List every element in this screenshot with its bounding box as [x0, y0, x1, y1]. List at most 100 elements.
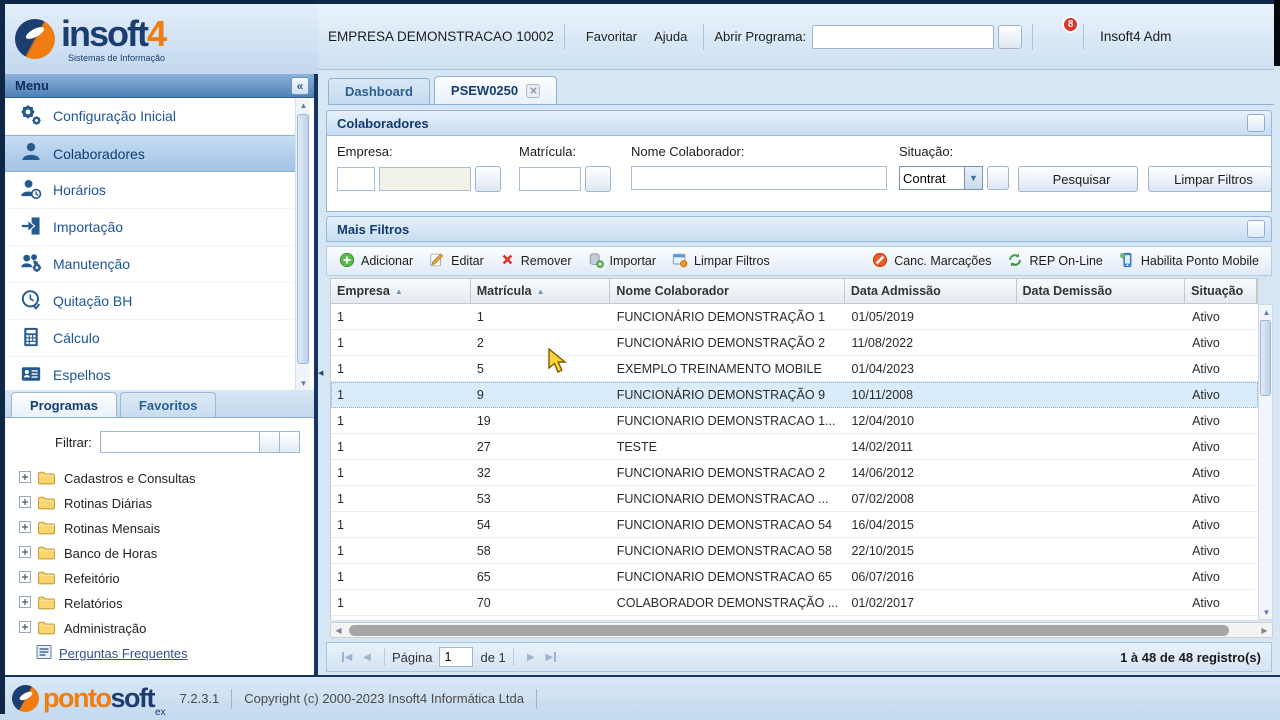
- first-page-button[interactable]: ◀: [337, 647, 357, 667]
- toolbar-button-label: Habilita Ponto Mobile: [1141, 254, 1259, 268]
- scrollbar-thumb[interactable]: [1260, 320, 1271, 396]
- toolbar-button-rep-on-line[interactable]: REP On-Line: [999, 249, 1110, 274]
- table-row[interactable]: 172FUNCIONARIO DEMONSTRACAO 7202/05/2017…: [331, 616, 1258, 620]
- table-row[interactable]: 19FUNCIONÁRIO DEMONSTRAÇÃO 910/11/2008At…: [331, 382, 1258, 408]
- close-tab-button[interactable]: [526, 84, 540, 98]
- collapse-sidebar-button[interactable]: «: [291, 77, 309, 95]
- column-header-matricula[interactable]: Matrícula▲: [471, 279, 611, 303]
- sidebar-item-label: Espelhos: [53, 367, 111, 383]
- folder-icon: [37, 618, 56, 640]
- tree-node-rotinas-diarias[interactable]: Rotinas Diárias: [5, 491, 314, 516]
- table-row[interactable]: 132FUNCIONARIO DEMONSTRACAO 214/06/2012A…: [331, 460, 1258, 486]
- scroll-down-icon[interactable]: ▼: [1259, 605, 1274, 619]
- sidebar-item-importacao[interactable]: Importação: [5, 209, 299, 246]
- toolbar-button-adicionar[interactable]: Adicionar: [331, 249, 421, 274]
- limpar-filtros-button[interactable]: Limpar Filtros: [1148, 166, 1272, 192]
- column-header-data-admissao[interactable]: Data Admissão: [845, 279, 1017, 303]
- sidebar-item-manutencao[interactable]: Manutenção: [5, 246, 299, 283]
- sidebar-item-colaboradores[interactable]: Colaboradores: [5, 135, 299, 172]
- toolbar-button-editar[interactable]: Editar: [421, 249, 492, 274]
- tree-node-administracao[interactable]: Administração: [5, 616, 314, 641]
- region-splitter-collapse[interactable]: ◀: [318, 358, 325, 388]
- window-border-right: [1274, 0, 1280, 66]
- tree-node-refeitorio[interactable]: Refeitório: [5, 566, 314, 591]
- table-row[interactable]: 12FUNCIONÁRIO DEMONSTRAÇÃO 211/08/2022At…: [331, 330, 1258, 356]
- scrollbar-thumb[interactable]: [349, 625, 1229, 636]
- next-page-button[interactable]: ▶: [521, 647, 541, 667]
- column-header-data-demissao[interactable]: Data Demissão: [1017, 279, 1186, 303]
- tree-node-rotinas-mensais[interactable]: Rotinas Mensais: [5, 516, 314, 541]
- cell-demissao: [1017, 590, 1186, 616]
- table-row[interactable]: 165FUNCIONARIO DEMONSTRACAO 6506/07/2016…: [331, 564, 1258, 590]
- tree-node-relatorios[interactable]: Relatórios: [5, 591, 314, 616]
- table-row[interactable]: 154FUNCIONARIO DEMONSTRACAO 5416/04/2015…: [331, 512, 1258, 538]
- filter-search-button[interactable]: [280, 431, 300, 453]
- situacao-select[interactable]: Contrat: [899, 166, 965, 190]
- scroll-down-icon[interactable]: ▼: [296, 376, 311, 390]
- favorite-button[interactable]: Favoritar: [575, 26, 643, 47]
- expand-plus-icon: [19, 496, 31, 511]
- tree-node-cadastros-e-consultas[interactable]: Cadastros e Consultas: [5, 466, 314, 491]
- table-row[interactable]: 153FUNCIONARIO DEMONSTRACAO ...07/02/200…: [331, 486, 1258, 512]
- table-horizontal-scrollbar[interactable]: ◀ ▶: [330, 622, 1273, 638]
- notifications-button[interactable]: 8: [1043, 22, 1073, 52]
- column-header-nome-colaborador[interactable]: Nome Colaborador: [610, 279, 844, 303]
- sidebar-item-espelhos[interactable]: Espelhos: [5, 357, 299, 390]
- toolbar-button-habilita-ponto-mobile[interactable]: Habilita Ponto Mobile: [1111, 249, 1267, 274]
- collapse-panel-button[interactable]: [1247, 114, 1265, 132]
- table-row[interactable]: 170COLABORADOR DEMONSTRAÇÃO ...01/02/201…: [331, 590, 1258, 616]
- tab-dashboard[interactable]: Dashboard: [328, 78, 430, 104]
- table-row[interactable]: 119FUNCIONARIO DEMONSTRACAO 1...12/04/20…: [331, 408, 1258, 434]
- table-vertical-scrollbar[interactable]: ▲ ▼: [1258, 304, 1273, 620]
- sidebar-tab-favoritos[interactable]: Favoritos: [120, 392, 217, 417]
- cell-empresa: 1: [331, 564, 471, 590]
- filter-clear-button[interactable]: [260, 431, 280, 453]
- toolbar-button-remover[interactable]: Remover: [492, 249, 580, 273]
- chevron-down-icon[interactable]: ▼: [965, 166, 983, 190]
- open-program-input[interactable]: [812, 25, 994, 49]
- sidebar-item-configuracao-inicial[interactable]: Configuração Inicial: [5, 98, 299, 135]
- toolbar-button-canc-marcacoes[interactable]: Canc. Marcações: [864, 249, 999, 274]
- tree-node-banco-de-horas[interactable]: Banco de Horas: [5, 541, 314, 566]
- column-header-situacao[interactable]: Situação: [1185, 279, 1257, 303]
- toolbar-button-importar[interactable]: Importar: [580, 249, 665, 274]
- toolbar-button-limpar-filtros[interactable]: Limpar Filtros: [664, 249, 778, 274]
- tab-psew0250[interactable]: PSEW0250: [434, 76, 557, 104]
- sidebar-item-calculo[interactable]: Cálculo: [5, 320, 299, 357]
- expand-panel-button[interactable]: [1247, 220, 1265, 238]
- sidebar-tab-programas[interactable]: Programas: [11, 392, 117, 417]
- table-row[interactable]: 15EXEMPLO TREINAMENTO MOBILE01/04/2023At…: [331, 356, 1258, 382]
- sidebar-item-horarios[interactable]: Horários: [5, 172, 299, 209]
- page-number-input[interactable]: [439, 647, 473, 667]
- tree-node-perguntas-frequentes[interactable]: Perguntas Frequentes: [5, 641, 314, 666]
- empresa-code-input[interactable]: [337, 167, 375, 191]
- faq-link[interactable]: Perguntas Frequentes: [59, 646, 188, 661]
- sidebar-item-quitacao-bh[interactable]: Quitação BH: [5, 283, 299, 320]
- scroll-right-icon[interactable]: ▶: [1257, 623, 1272, 637]
- nome-colaborador-input[interactable]: [631, 166, 887, 190]
- menu-scrollbar[interactable]: ▲ ▼: [295, 98, 310, 390]
- program-list-button[interactable]: [998, 25, 1022, 49]
- empresa-label: Empresa:: [337, 144, 501, 159]
- prev-page-button[interactable]: ◀: [357, 647, 377, 667]
- sidebar: Menu « Configuração InicialColaboradores…: [5, 74, 318, 675]
- scroll-left-icon[interactable]: ◀: [331, 623, 346, 637]
- pesquisar-button[interactable]: Pesquisar: [1018, 166, 1138, 192]
- table-row[interactable]: 158FUNCIONARIO DEMONSTRACAO 5822/10/2015…: [331, 538, 1258, 564]
- column-header-empresa[interactable]: Empresa▲: [331, 279, 471, 303]
- table-row[interactable]: 11FUNCIONÁRIO DEMONSTRAÇÃO 101/05/2019At…: [331, 304, 1258, 330]
- situacao-clear-button[interactable]: [987, 166, 1009, 190]
- scrollbar-thumb[interactable]: [297, 114, 309, 364]
- matricula-lookup-button[interactable]: [585, 166, 611, 192]
- last-page-button[interactable]: ▶: [541, 647, 561, 667]
- colaboradores-panel-header: Colaboradores: [326, 110, 1272, 136]
- user-menu[interactable]: Insoft4 Adm: [1094, 29, 1171, 44]
- help-button[interactable]: Ajuda: [643, 26, 693, 47]
- table-row[interactable]: 127TESTE14/02/2011Ativo: [331, 434, 1258, 460]
- scroll-up-icon[interactable]: ▲: [296, 98, 311, 112]
- folder-icon: [37, 568, 56, 590]
- scroll-up-icon[interactable]: ▲: [1259, 305, 1274, 319]
- matricula-input[interactable]: [519, 167, 581, 191]
- filter-input[interactable]: [100, 431, 260, 453]
- empresa-lookup-button[interactable]: [475, 166, 501, 192]
